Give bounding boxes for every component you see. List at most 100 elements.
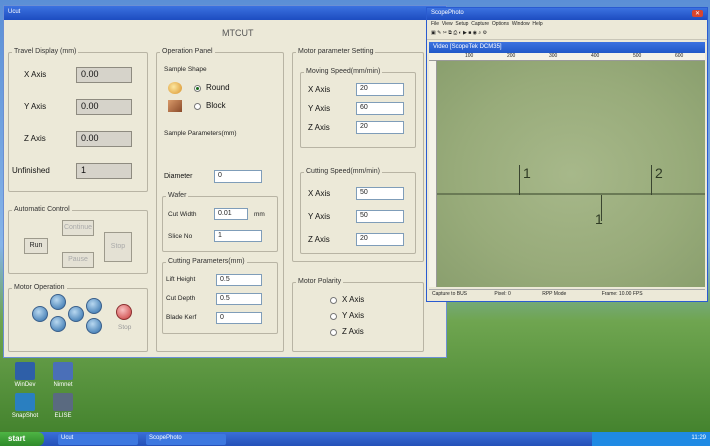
travel-display-title: Travel Display (mm) — [12, 48, 79, 55]
moving-speed-title: Moving Speed(mm/min) — [304, 68, 383, 75]
ruler-tick: 600 — [675, 53, 684, 59]
ruler-tick: 200 — [507, 53, 516, 59]
operation-panel-title: Operation Panel — [160, 48, 215, 55]
stop-auto-button[interactable]: Stop — [104, 232, 132, 262]
cut-width-input[interactable]: 0.01 — [214, 208, 248, 220]
scale-line — [437, 193, 705, 195]
unfinished-display: 1 — [76, 163, 132, 179]
app-icon — [15, 393, 35, 411]
motor-up-button[interactable] — [50, 294, 66, 310]
motor-left-button[interactable] — [50, 316, 66, 332]
menu-help[interactable]: Help — [532, 21, 542, 27]
z-travel-display: 0.00 — [76, 131, 132, 147]
viewer-status-bar: Capture to BUS Pixel: 0 RPP Mode Frame: … — [429, 289, 705, 299]
motor-z-up-button[interactable] — [86, 298, 102, 314]
round-radio[interactable] — [194, 85, 201, 92]
window-title-bar: Ucut — [4, 6, 446, 20]
moving-x-label: X Axis — [308, 85, 331, 94]
moving-x-input[interactable]: 20 — [356, 83, 404, 96]
continue-button[interactable]: Continue — [62, 220, 94, 236]
lift-height-input[interactable]: 0.5 — [216, 274, 262, 286]
clock: 11:29 — [691, 435, 706, 441]
polarity-y-checkbox[interactable] — [330, 313, 337, 320]
viewer-title: ScopePhoto — [431, 10, 464, 16]
wafer-group — [162, 196, 278, 252]
motor-stop-button[interactable] — [116, 304, 132, 320]
desktop-icon-label: WinDev — [14, 382, 36, 388]
scale-mark: 2 — [655, 165, 663, 181]
cutting-z-input[interactable]: 20 — [356, 233, 404, 246]
desktop-icon-nimnet[interactable]: Nimnet — [48, 362, 78, 388]
moving-z-label: Z Axis — [308, 123, 330, 132]
start-button[interactable]: start — [0, 432, 44, 446]
pause-button[interactable]: Pause — [62, 252, 94, 268]
app-window: Ucut MTCUT Travel Display (mm) X Axis 0.… — [3, 5, 447, 358]
app-title: MTCUT — [222, 28, 254, 38]
video-subwindow-title: Video [ScopeTek DCM35] — [433, 44, 502, 50]
scale-tick — [519, 165, 520, 195]
menu-window[interactable]: Window — [512, 21, 530, 27]
run-button[interactable]: Run — [24, 238, 48, 254]
cut-depth-label: Cut Depth — [166, 295, 196, 302]
status-pixel: Pixel: 0 — [494, 291, 511, 297]
cutting-x-input[interactable]: 50 — [356, 187, 404, 200]
blade-kerf-label: Blade Kerf — [166, 314, 197, 321]
motor-stop-label: Stop — [118, 324, 132, 331]
desktop-icon-label: Nimnet — [53, 382, 73, 388]
cut-width-label: Cut Width — [168, 211, 197, 218]
scale-mark: 1 — [523, 165, 531, 181]
slice-no-input[interactable]: 1 — [214, 230, 262, 242]
motor-up-left-button[interactable] — [32, 306, 48, 322]
desktop-icon-windev[interactable]: WinDev — [10, 362, 40, 388]
cutting-y-input[interactable]: 50 — [356, 210, 404, 223]
desktop-icon-elise[interactable]: ELISE — [48, 393, 78, 419]
horizontal-ruler: 100 200 300 400 500 600 — [429, 53, 705, 61]
toolbar-icon[interactable]: ▣ ✎ ✂ ⧉ ⎙ ◐ ▶ ■ ◉ ⌕ ⚙ — [431, 30, 487, 36]
block-radio[interactable] — [194, 103, 201, 110]
cut-depth-input[interactable]: 0.5 — [216, 293, 262, 305]
moving-y-input[interactable]: 60 — [356, 102, 404, 115]
wafer-title: Wafer — [166, 192, 189, 199]
motor-right-button[interactable] — [68, 306, 84, 322]
motor-polarity-title: Motor Polarity — [296, 278, 344, 285]
diameter-input[interactable]: 0 — [214, 170, 262, 183]
ruler-tick: 300 — [549, 53, 558, 59]
viewer-title-bar: ScopePhoto ✕ — [427, 8, 707, 20]
polarity-x-checkbox[interactable] — [330, 297, 337, 304]
taskbar-item-ucut[interactable]: Ucut — [58, 434, 138, 445]
window-title: Ucut — [8, 9, 21, 15]
menu-options[interactable]: Options — [492, 21, 509, 27]
blade-kerf-input[interactable]: 0 — [216, 312, 262, 324]
desktop-icon-snapshot[interactable]: SnapShot — [10, 393, 40, 419]
moving-z-input[interactable]: 20 — [356, 121, 404, 134]
menu-setup[interactable]: Setup — [455, 21, 468, 27]
polarity-z-checkbox[interactable] — [330, 329, 337, 336]
video-preview[interactable]: 1 2 1 — [437, 61, 705, 287]
x-travel-display: 0.00 — [76, 67, 132, 83]
sample-shape-label: Sample Shape — [164, 66, 207, 73]
cutting-speed-title: Cutting Speed(mm/min) — [304, 168, 382, 175]
taskbar-item-scopephoto[interactable]: ScopePhoto — [146, 434, 226, 445]
z-axis-label: Z Axis — [24, 134, 46, 143]
scale-mark: 1 — [595, 211, 603, 227]
status-frame: Frame: 10.00 FPS — [601, 291, 643, 297]
round-label: Round — [206, 83, 230, 92]
menu-view[interactable]: View — [442, 21, 453, 27]
x-axis-label: X Axis — [24, 70, 47, 79]
block-label: Block — [206, 101, 226, 110]
status-mode: RPP Mode — [542, 291, 567, 297]
menu-file[interactable]: File — [431, 21, 439, 27]
motor-z-down-button[interactable] — [86, 318, 102, 334]
cut-width-unit: mm — [254, 211, 265, 218]
system-tray: 11:29 — [592, 432, 710, 446]
polarity-z-label: Z Axis — [342, 327, 364, 336]
automatic-control-title: Automatic Control — [12, 206, 72, 213]
y-travel-display: 0.00 — [76, 99, 132, 115]
block-shape-icon — [168, 100, 182, 112]
close-icon[interactable]: ✕ — [691, 10, 703, 17]
unfinished-label: Unfinished — [12, 166, 50, 175]
menu-capture[interactable]: Capture — [471, 21, 489, 27]
app-icon — [53, 362, 73, 380]
viewer-toolbar: ▣ ✎ ✂ ⧉ ⎙ ◐ ▶ ■ ◉ ⌕ ⚙ — [427, 29, 707, 40]
ruler-tick: 400 — [591, 53, 600, 59]
